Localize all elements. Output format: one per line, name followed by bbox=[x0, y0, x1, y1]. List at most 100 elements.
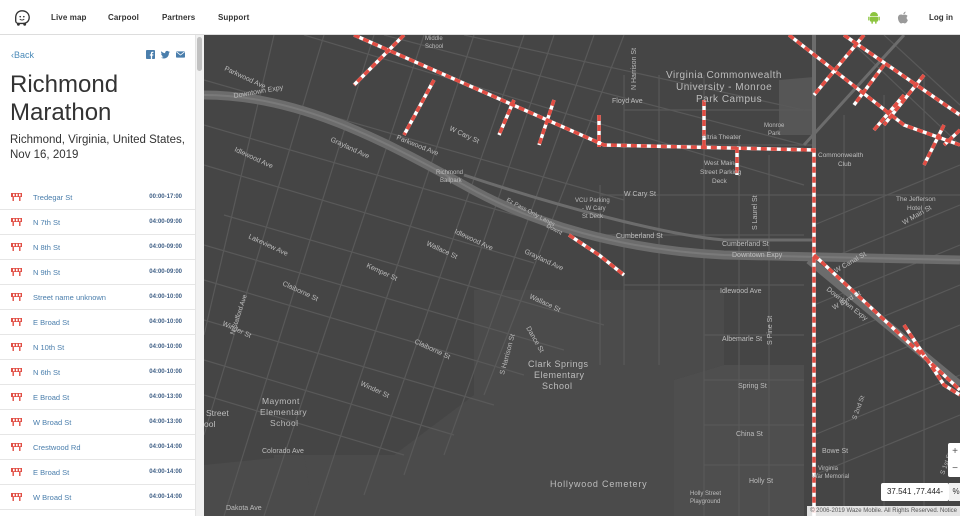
road-closure-icon bbox=[11, 393, 22, 401]
android-icon[interactable] bbox=[868, 11, 880, 24]
map-label-s-pine-st: S Pine St bbox=[767, 316, 774, 345]
map-label-n-harrison-st: N Harrison St bbox=[631, 48, 638, 90]
map-label-grayland-ave: Grayland Ave bbox=[329, 136, 370, 160]
closure-list-item[interactable]: E Broad St 04:00-10:00 bbox=[0, 310, 195, 335]
closure-street: N 9th St bbox=[33, 268, 61, 277]
zoom-in-button[interactable]: + bbox=[948, 443, 960, 460]
closure-list-item[interactable]: E Broad St 04:00-14:00 bbox=[0, 460, 195, 485]
road-closure-icon bbox=[11, 443, 22, 451]
closure-list-item[interactable]: Tredegar St 00:00-17:00 bbox=[0, 185, 195, 210]
map-label-school-fragment: ool bbox=[204, 419, 215, 429]
facebook-icon[interactable] bbox=[146, 50, 155, 59]
road-closure-icon bbox=[11, 343, 22, 351]
closure-time: 04:00-09:00 bbox=[149, 244, 182, 250]
apple-icon[interactable] bbox=[897, 11, 909, 24]
map-label-maymont: Maymont bbox=[262, 396, 300, 406]
zoom-controls: + − bbox=[948, 443, 960, 477]
back-link[interactable]: ‹Back bbox=[11, 50, 34, 60]
closure-street: E Broad St bbox=[33, 318, 70, 327]
scrollbar-thumb[interactable] bbox=[197, 37, 202, 71]
closure-time: 04:00-10:00 bbox=[149, 319, 182, 325]
closure-list: Tredegar St 00:00-17:00 N 7th St 04:00-09:0… bbox=[0, 185, 195, 510]
map-view[interactable]: Virginia Commonwealth University - Monro… bbox=[204, 35, 960, 516]
closure-time: 04:00-10:00 bbox=[149, 294, 182, 300]
closure-street: N 10th St bbox=[33, 343, 65, 352]
map-label-street: Street bbox=[206, 408, 229, 418]
nav-partners-link[interactable]: Partners bbox=[162, 13, 195, 22]
road-closure-icon bbox=[11, 218, 22, 226]
nav-support-link[interactable]: Support bbox=[218, 13, 249, 22]
closure-list-item[interactable]: W Broad St 04:00-14:00 bbox=[0, 485, 195, 510]
map-label-vcu-parking-2: - W Cary bbox=[582, 206, 606, 212]
map-label-holly-street-playground: Holly Street bbox=[690, 491, 721, 497]
map-label-clark-springs-3: School bbox=[542, 381, 573, 391]
closure-list-item[interactable]: Street name unknown 04:00-10:00 bbox=[0, 285, 195, 310]
closure-list-item[interactable]: N 8th St 04:00-09:00 bbox=[0, 235, 195, 260]
share-buttons bbox=[146, 50, 185, 59]
road-closure-icon bbox=[11, 318, 22, 326]
map-label-wallace-st: Wallace St bbox=[425, 240, 458, 260]
map-label-grayland-ave-2: Grayland Ave bbox=[523, 248, 564, 272]
map-label-claiborne-st: Claiborne St bbox=[281, 280, 319, 303]
map-label-idlewood-ave: Idlewood Ave bbox=[233, 146, 274, 170]
twitter-icon[interactable] bbox=[161, 50, 170, 59]
map-label-lakeview-ave: Lakeview Ave bbox=[247, 233, 289, 257]
map-label-richmond-ballpark-2: Ballpark bbox=[440, 178, 463, 184]
map-label-bowe-st: Bowe St bbox=[822, 448, 848, 455]
closure-list-item[interactable]: E Broad St 04:00-13:00 bbox=[0, 385, 195, 410]
map-label-the-jefferson: The Jefferson bbox=[896, 196, 936, 203]
hollywood-cemetery-area bbox=[274, 290, 724, 516]
sidebar-scrollbar[interactable] bbox=[195, 35, 204, 516]
map-label-commonwealth-club: Commonwealth bbox=[818, 152, 864, 159]
coordinates-button[interactable]: % bbox=[949, 483, 960, 501]
map-label-maymont-3: School bbox=[270, 418, 298, 428]
map-label-hollywood-cemetery: Hollywood Cemetery bbox=[550, 479, 647, 489]
closure-time: 04:00-14:00 bbox=[149, 494, 182, 500]
map-label-kemper-st: Kemper St bbox=[365, 262, 398, 282]
closure-list-item[interactable]: W Broad St 04:00-13:00 bbox=[0, 410, 195, 435]
closure-time: 04:00-14:00 bbox=[149, 469, 182, 475]
closure-street: E Broad St bbox=[33, 468, 70, 477]
road-closure-icon bbox=[11, 193, 22, 201]
closure-list-item[interactable]: N 6th St 04:00-10:00 bbox=[0, 360, 195, 385]
nav-carpool-link[interactable]: Carpool bbox=[108, 13, 139, 22]
closure-list-item[interactable]: N 10th St 04:00-10:00 bbox=[0, 335, 195, 360]
closure-street: N 6th St bbox=[33, 368, 61, 377]
closure-time: 04:00-10:00 bbox=[149, 369, 182, 375]
email-icon[interactable] bbox=[176, 50, 185, 59]
login-link[interactable]: Log in bbox=[929, 13, 953, 22]
back-label: Back bbox=[14, 50, 35, 60]
closure-list-item[interactable]: N 7th St 04:00-09:00 bbox=[0, 210, 195, 235]
closure-time: 04:00-10:00 bbox=[149, 344, 182, 350]
map-label-winder-st-2: Winder St bbox=[359, 380, 390, 399]
zoom-out-button[interactable]: − bbox=[948, 460, 960, 477]
map-label-holly-street-playground-2: Playground bbox=[690, 499, 720, 505]
closure-street: Street name unknown bbox=[33, 293, 106, 302]
map-label-s-laurel-st: S Laurel St bbox=[752, 195, 759, 230]
road-closure-icon bbox=[11, 293, 22, 301]
map-label-middle-school: Middle bbox=[425, 36, 443, 42]
closure-street: Crestwood Rd bbox=[33, 443, 81, 452]
map-label-altria-theater: Altria Theater bbox=[702, 134, 742, 141]
map-label-clark-springs: Clark Springs bbox=[528, 359, 589, 369]
map-label-clark-springs-2: Elementary bbox=[534, 370, 585, 380]
copyright-notice: © 2006-2019 Waze Mobile. All Rights Rese… bbox=[807, 506, 960, 516]
map-label-monroe-park: Monroe bbox=[764, 123, 785, 129]
map-label-idlewood-ave-3: Idlewood Ave bbox=[720, 288, 762, 295]
top-navigation-bar: Live map Carpool Partners Support Log in bbox=[0, 0, 960, 35]
waze-logo-icon[interactable] bbox=[13, 9, 31, 27]
map-label-west-main-deck-2: Street Parking bbox=[700, 169, 742, 176]
map-label-vcu-parking: VCU Parking bbox=[575, 198, 610, 204]
map-label-vcu: Virginia Commonwealth bbox=[666, 70, 782, 81]
map-label-commonwealth-club-2: Club bbox=[838, 161, 852, 168]
road-closure-icon bbox=[11, 468, 22, 476]
map-label-china-st: China St bbox=[736, 431, 763, 438]
nav-live-map-link[interactable]: Live map bbox=[51, 13, 86, 22]
closure-list-item[interactable]: Crestwood Rd 04:00-14:00 bbox=[0, 435, 195, 460]
closure-list-item[interactable]: N 9th St 04:00-09:00 bbox=[0, 260, 195, 285]
road-closure-icon bbox=[11, 493, 22, 501]
closure-time: 04:00-09:00 bbox=[149, 269, 182, 275]
road-closure-icon bbox=[11, 268, 22, 276]
map-label-west-main-deck-3: Deck bbox=[712, 178, 728, 185]
map-label-monroe-park-2: Park bbox=[768, 131, 781, 137]
